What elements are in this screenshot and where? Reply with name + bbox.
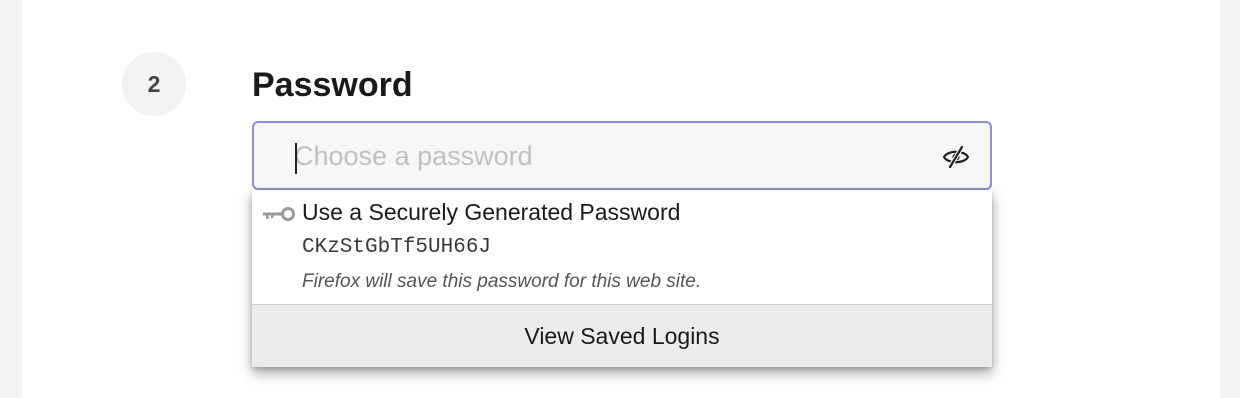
password-heading: Password (252, 66, 413, 104)
key-icon (262, 206, 296, 222)
eye-slash-icon[interactable] (942, 145, 970, 169)
password-input[interactable] (294, 135, 914, 177)
view-saved-logins-button[interactable]: View Saved Logins (252, 305, 992, 367)
text-caret (295, 143, 297, 174)
generated-password-value: CKzStGbTf5UH66J (302, 236, 492, 259)
generated-password-note: Firefox will save this password for this… (302, 271, 702, 292)
password-autocomplete-popup: Use a Securely Generated Password CKzStG… (252, 190, 992, 367)
password-field[interactable] (252, 121, 992, 190)
generated-password-title: Use a Securely Generated Password (302, 199, 681, 225)
step-number-badge: 2 (122, 52, 186, 116)
generated-password-item[interactable]: Use a Securely Generated Password CKzStG… (252, 190, 992, 304)
